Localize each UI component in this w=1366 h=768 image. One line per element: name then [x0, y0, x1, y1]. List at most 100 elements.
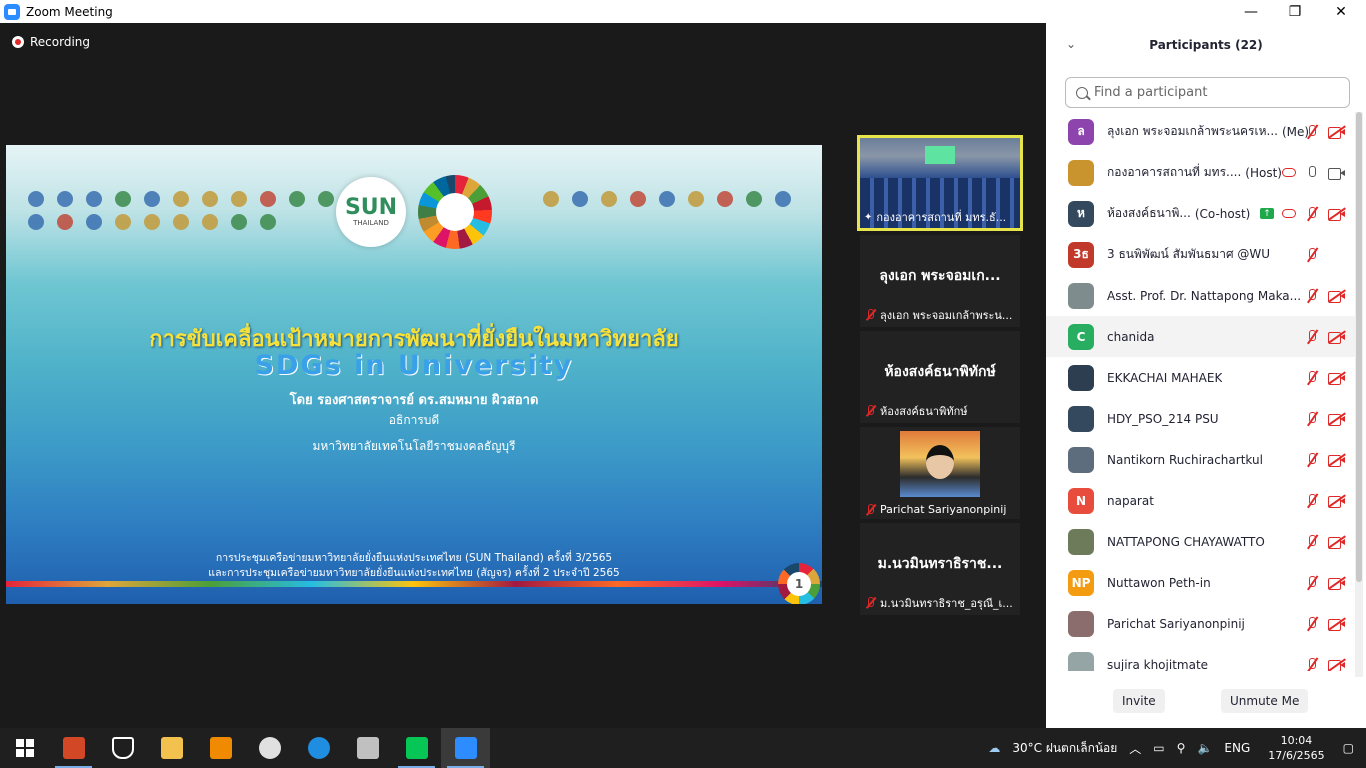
muted-mic-icon[interactable]: [1304, 411, 1320, 427]
participant-row[interactable]: Nnaparat: [1046, 480, 1356, 521]
muted-mic-icon[interactable]: [1304, 657, 1320, 672]
video-tile[interactable]: ห้องสงค์ธนาพิทักษ์ ห้องสงค์ธนาพิทักษ์: [860, 331, 1020, 423]
participant-row[interactable]: EKKACHAI MAHAEK: [1046, 357, 1356, 398]
video-tile-active-speaker[interactable]: ✦ กองอาคารสถานที่ มทร.ธั...: [857, 135, 1023, 231]
camera-icon[interactable]: [1328, 166, 1346, 180]
meeting-area: Recording SUN THAILAND การขับเคลื่อนเป้า…: [0, 23, 1046, 728]
taskbar-app[interactable]: [441, 728, 490, 768]
video-tile-label: ม.นวมินทราธิราช_อรุณี_เ...: [864, 594, 1016, 612]
taskbar-app[interactable]: [245, 728, 294, 768]
participant-row[interactable]: NATTAPONG CHAYAWATTO: [1046, 521, 1356, 562]
slide-university: มหาวิทยาลัยเทคโนโลยีราชมงคลธัญบุรี: [312, 439, 516, 453]
clock-date: 17/6/2565: [1268, 749, 1325, 762]
participant-row[interactable]: กองอาคารสถานที่ มทร.... (Host): [1046, 152, 1356, 193]
muted-mic-icon[interactable]: [1304, 329, 1320, 345]
search-icon: [1076, 86, 1088, 99]
taskbar-app[interactable]: [98, 728, 147, 768]
muted-mic-icon[interactable]: [1304, 247, 1320, 263]
close-button[interactable]: ✕: [1318, 0, 1364, 23]
taskbar-apps: [49, 728, 490, 768]
participant-name: naparat: [1107, 493, 1154, 508]
taskbar-app[interactable]: [343, 728, 392, 768]
camera-off-icon[interactable]: [1328, 289, 1346, 303]
weather-text[interactable]: 30°C ฝนตกเล็กน้อย: [1012, 739, 1117, 758]
edge-icon: [307, 737, 330, 759]
camera-off-icon[interactable]: [1328, 658, 1346, 671]
video-tile[interactable]: ลุงเอก พระจอมเก... ลุงเอก พระจอมเกล้าพระ…: [860, 235, 1020, 327]
notification-icon[interactable]: ▢: [1343, 741, 1354, 755]
clock[interactable]: 10:04 17/6/2565: [1268, 733, 1324, 763]
muted-mic-icon[interactable]: [1304, 616, 1320, 632]
taskbar-app[interactable]: [294, 728, 343, 768]
slide-page-number: 1: [787, 572, 811, 596]
tray-chevron-icon[interactable]: ︿: [1129, 740, 1141, 757]
participant-row[interactable]: Cchanida: [1046, 316, 1356, 357]
maximize-button[interactable]: ❐: [1272, 0, 1318, 23]
camera-off-icon[interactable]: [1328, 125, 1346, 139]
video-tile-name: ห้องสงค์ธนาพิทักษ์: [880, 405, 968, 418]
video-tile-bigname: ม.นวมินทราธิราช...: [877, 556, 1003, 572]
participant-search[interactable]: [1065, 77, 1350, 108]
sun-logo-text: SUN: [344, 195, 398, 220]
participant-row[interactable]: HDY_PSO_214 PSU: [1046, 398, 1356, 439]
muted-mic-icon[interactable]: [1304, 124, 1320, 140]
participant-list-scrollbar[interactable]: [1355, 112, 1363, 677]
mic-icon[interactable]: [1304, 165, 1320, 181]
participant-row[interactable]: ห ห้องสงค์ธนาพิ... (Co-host) ↑: [1046, 193, 1356, 234]
security-icon: [111, 737, 134, 759]
participant-row[interactable]: Nantikorn Ruchirachartkul: [1046, 439, 1356, 480]
camera-off-icon[interactable]: [1328, 494, 1346, 508]
windows-taskbar: ☁ 30°C ฝนตกเล็กน้อย ︿ ▭ ⚲ 🔈 ENG 10:04 17…: [0, 728, 1366, 768]
muted-mic-icon[interactable]: [1304, 370, 1320, 386]
participant-avatar: [1068, 159, 1094, 186]
participant-name: NATTAPONG CHAYAWATTO: [1107, 534, 1265, 549]
muted-mic-icon[interactable]: [1304, 575, 1320, 591]
participant-name: ลุงเอก พระจอมเกล้าพระนครเห...: [1107, 124, 1278, 138]
unmute-me-button[interactable]: Unmute Me: [1221, 689, 1309, 713]
taskbar-app[interactable]: [49, 728, 98, 768]
search-input[interactable]: [1094, 85, 1334, 100]
taskbar-app[interactable]: [392, 728, 441, 768]
camera-off-icon[interactable]: [1328, 453, 1346, 467]
video-tile[interactable]: ม.นวมินทราธิราช... ม.นวมินทราธิราช_อรุณี…: [860, 523, 1020, 615]
sun-thailand-logo: SUN THAILAND: [336, 177, 406, 247]
muted-mic-icon[interactable]: [1304, 452, 1320, 468]
battery-icon[interactable]: ▭: [1153, 741, 1164, 755]
camera-off-icon[interactable]: [1328, 371, 1346, 385]
camera-off-icon[interactable]: [1328, 617, 1346, 631]
participant-row[interactable]: 3ธ 3 ธนพิพัฒน์ สัมพันธมาศ @WU: [1046, 234, 1356, 275]
muted-mic-icon[interactable]: [1304, 493, 1320, 509]
camera-off-icon[interactable]: [1328, 576, 1346, 590]
muted-mic-icon: [864, 309, 876, 321]
video-tile-bigname: ห้องสงค์ธนาพิทักษ์: [884, 364, 996, 380]
camera-off-icon[interactable]: [1328, 207, 1346, 221]
participant-name: Asst. Prof. Dr. Nattapong Maka...: [1107, 288, 1302, 303]
recording-indicator[interactable]: Recording: [12, 35, 90, 49]
muted-mic-icon[interactable]: [1304, 288, 1320, 304]
muted-mic-icon[interactable]: [1304, 534, 1320, 550]
taskbar-app[interactable]: [196, 728, 245, 768]
participant-row[interactable]: sujira khojitmate: [1046, 644, 1356, 671]
camera-off-icon[interactable]: [1328, 330, 1346, 344]
volume-icon[interactable]: 🔈: [1197, 741, 1212, 755]
weather-icon[interactable]: ☁: [988, 741, 1000, 755]
invite-button[interactable]: Invite: [1113, 689, 1165, 713]
participant-avatar: [1068, 610, 1094, 637]
network-icon[interactable]: ⚲: [1177, 741, 1186, 755]
participant-row[interactable]: NP Nuttawon Peth-in: [1046, 562, 1356, 603]
participant-avatar: ล: [1068, 118, 1094, 145]
camera-off-icon[interactable]: [1328, 535, 1346, 549]
language-indicator[interactable]: ENG: [1224, 741, 1250, 755]
pin-icon: ✦: [864, 211, 873, 223]
participant-row[interactable]: ลลุงเอก พระจอมเกล้าพระนครเห... (Me): [1046, 111, 1356, 152]
camera-off-icon[interactable]: [1328, 412, 1346, 426]
participant-avatar: ห: [1068, 200, 1094, 227]
start-button[interactable]: [0, 728, 49, 768]
video-tile[interactable]: Parichat Sariyanonpinij: [860, 427, 1020, 519]
muted-mic-icon[interactable]: [1304, 206, 1320, 222]
video-tile-label: Parichat Sariyanonpinij: [864, 503, 1016, 516]
participant-row[interactable]: Parichat Sariyanonpinij: [1046, 603, 1356, 644]
minimize-button[interactable]: —: [1228, 0, 1274, 23]
participant-row[interactable]: Asst. Prof. Dr. Nattapong Maka...: [1046, 275, 1356, 316]
taskbar-app[interactable]: [147, 728, 196, 768]
